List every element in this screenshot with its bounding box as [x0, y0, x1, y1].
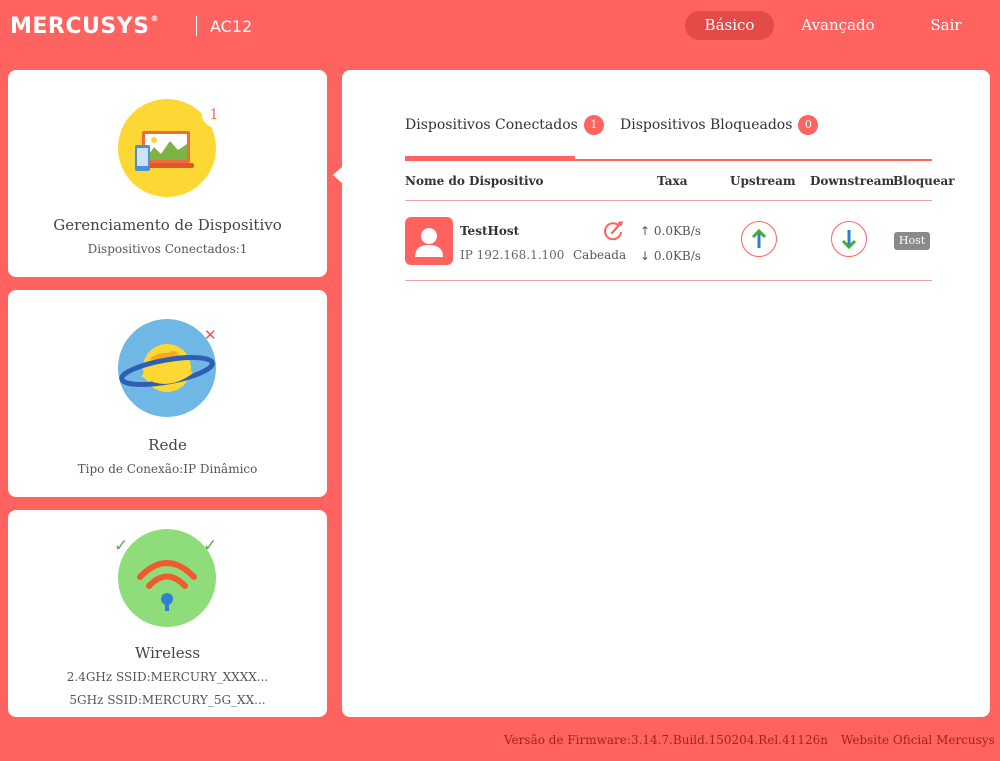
host-badge[interactable]: Host: [894, 232, 930, 250]
nav-basic-button[interactable]: Básico: [685, 11, 774, 40]
wifi-icon: [118, 529, 216, 627]
rate-down: ↓ 0.0KB/s: [640, 249, 701, 263]
connected-count-badge: 1: [583, 115, 604, 135]
close-icon: ✕: [204, 326, 217, 344]
tab-connected-devices[interactable]: Dispositivos Conectados 1: [405, 115, 604, 135]
tab-blocked-label: Dispositivos Bloqueados: [620, 117, 793, 133]
arrow-up-icon: ↑: [640, 224, 654, 238]
active-tab-indicator: [405, 156, 575, 160]
device-ip: IP 192.168.1.100: [460, 248, 565, 262]
registered-mark: ®: [150, 14, 159, 23]
official-website-link[interactable]: Website Oficial Mercusys: [841, 733, 995, 747]
connection-type: Cabeada: [573, 248, 627, 262]
check-icon: ✓: [203, 536, 218, 556]
tab-blocked-devices[interactable]: Dispositivos Bloqueados 0: [620, 115, 819, 135]
device-list-panel: Dispositivos Conectados 1 Dispositivos Bl…: [342, 70, 990, 717]
user-avatar-icon: [405, 217, 453, 265]
header-rate: Taxa: [657, 174, 688, 188]
brand-logo: MERCUSYS®: [10, 14, 159, 39]
device-name: TestHost: [460, 224, 520, 238]
wireless-title: Wireless: [134, 644, 201, 662]
logo-divider: [196, 16, 197, 36]
model-name: AC12: [210, 17, 253, 36]
device-management-card[interactable]: 1 Gerenciamento de Dispositivo Dispositi…: [8, 70, 327, 277]
ssid-24ghz: 2.4GHz SSID:MERCURY_XXXX...: [66, 670, 269, 684]
check-icon: ✓: [114, 536, 129, 556]
connection-type-summary: Tipo de Conexão:IP Dinâmico: [77, 462, 258, 476]
rate-up: ↑ 0.0KB/s: [640, 224, 701, 238]
tab-connected-label: Dispositivos Conectados: [405, 117, 578, 133]
downstream-limit-button[interactable]: [831, 221, 867, 257]
devices-count-badge: 1: [202, 103, 226, 127]
brand-name: MERCUSYS: [10, 14, 150, 39]
upstream-arrow-icon: [751, 228, 767, 248]
header-upstream: Upstream: [730, 174, 796, 188]
upstream-limit-button[interactable]: [741, 221, 777, 257]
blocked-count-badge: 0: [798, 115, 819, 135]
header-device-name: Nome do Dispositivo: [405, 174, 544, 188]
header-downstream: Downstream: [810, 174, 895, 188]
header-block: Bloquear: [893, 174, 955, 188]
ssid-5ghz: 5GHz SSID:MERCURY_5G_XX...: [69, 693, 266, 707]
rate-down-value: 0.0KB/s: [653, 249, 701, 263]
connected-devices-summary: Dispositivos Conectados:1: [87, 242, 248, 256]
network-card[interactable]: ✕ Rede Tipo de Conexão:IP Dinâmico: [8, 290, 327, 497]
nav-exit-button[interactable]: Sair: [910, 11, 982, 40]
rate-up-value: 0.0KB/s: [653, 224, 701, 238]
firmware-version: Versão de Firmware:3.14.7.Build.150204.R…: [504, 733, 828, 747]
nav-advanced-button[interactable]: Avançado: [792, 11, 884, 40]
table-header-divider: [405, 200, 932, 201]
arrow-down-icon: ↓: [640, 249, 654, 263]
network-title: Rede: [148, 436, 187, 454]
planet-icon: [118, 319, 216, 417]
downstream-arrow-icon: [841, 230, 857, 250]
table-row-divider: [405, 280, 932, 281]
edit-icon[interactable]: [602, 220, 624, 242]
device-management-title: Gerenciamento de Dispositivo: [53, 216, 282, 234]
wireless-card[interactable]: ✓ ✓ Wireless 2.4GHz SSID:MERCURY_XXXX...…: [8, 510, 327, 717]
